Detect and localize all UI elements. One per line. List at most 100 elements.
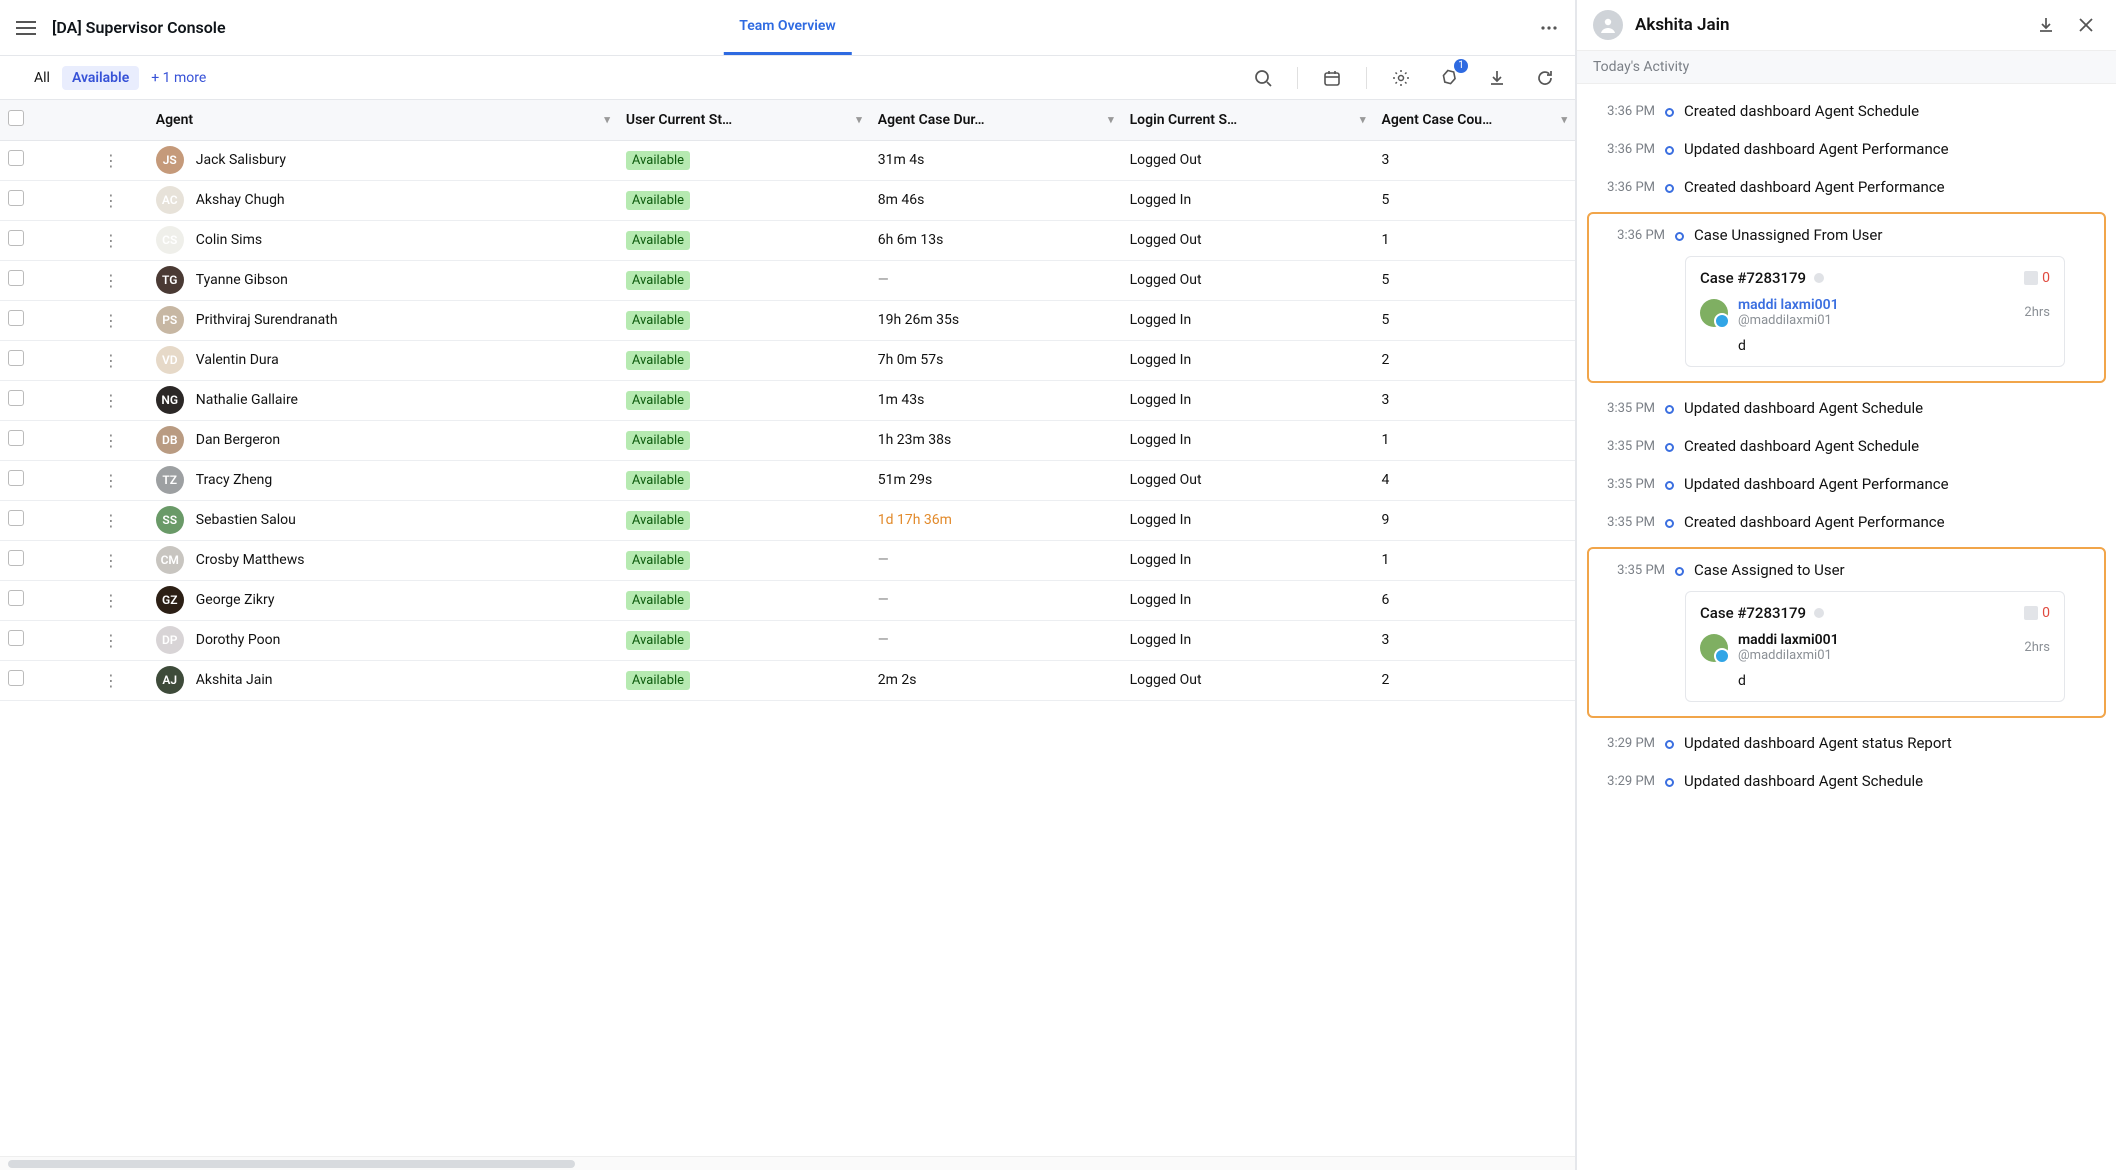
table-row[interactable]: ⋮DPDorothy PoonAvailable—Logged In3 xyxy=(0,620,1575,660)
select-all-header[interactable] xyxy=(0,100,74,140)
agent-name: Nathalie Gallaire xyxy=(196,392,298,408)
row-menu-icon[interactable]: ⋮ xyxy=(74,380,148,420)
row-menu-icon[interactable]: ⋮ xyxy=(74,620,148,660)
row-menu-icon[interactable]: ⋮ xyxy=(74,540,148,580)
row-menu-icon[interactable]: ⋮ xyxy=(74,660,148,700)
select-all-checkbox[interactable] xyxy=(8,110,24,126)
agent-avatar: CM xyxy=(156,546,184,574)
download-icon[interactable] xyxy=(1483,64,1511,92)
table-row[interactable]: ⋮GZGeorge ZikryAvailable—Logged In6 xyxy=(0,580,1575,620)
activity-list[interactable]: 3:36 PMCreated dashboard Agent Schedule 3… xyxy=(1577,84,2116,1170)
menu-icon[interactable] xyxy=(12,14,40,42)
row-menu-icon[interactable]: ⋮ xyxy=(74,580,148,620)
more-icon[interactable] xyxy=(1535,14,1563,42)
panel-title: Akshita Jain xyxy=(1635,15,1730,35)
case-body: d xyxy=(1738,673,2050,689)
horizontal-scrollbar[interactable] xyxy=(0,1156,1575,1170)
col-agent[interactable]: Agent▾ xyxy=(148,100,618,140)
col-login[interactable]: Login Current S…▾ xyxy=(1122,100,1374,140)
table-row[interactable]: ⋮CMCrosby MatthewsAvailable—Logged In1 xyxy=(0,540,1575,580)
row-checkbox[interactable] xyxy=(8,550,24,566)
case-duration: 2m 2s xyxy=(878,672,917,688)
case-count: 4 xyxy=(1373,460,1575,500)
table-row[interactable]: ⋮TZTracy ZhengAvailable51m 29sLogged Out… xyxy=(0,460,1575,500)
row-checkbox[interactable] xyxy=(8,190,24,206)
topbar: [DA] Supervisor Console Team Overview xyxy=(0,0,1575,56)
agent-name: Jack Salisbury xyxy=(196,152,286,168)
agent-avatar: GZ xyxy=(156,586,184,614)
table-row[interactable]: ⋮PSPrithviraj SurendranathAvailable19h 2… xyxy=(0,300,1575,340)
row-menu-icon[interactable]: ⋮ xyxy=(74,420,148,460)
row-checkbox[interactable] xyxy=(8,670,24,686)
activity-item: 3:35 PMCreated dashboard Agent Schedule xyxy=(1577,427,2116,465)
row-menu-icon[interactable]: ⋮ xyxy=(74,300,148,340)
login-status: Logged Out xyxy=(1122,140,1374,180)
agent-avatar: NG xyxy=(156,386,184,414)
row-menu-icon[interactable]: ⋮ xyxy=(74,260,148,300)
row-menu-icon[interactable]: ⋮ xyxy=(74,500,148,540)
row-checkbox[interactable] xyxy=(8,470,24,486)
activity-time: 3:29 PM xyxy=(1593,772,1655,789)
activity-text: Updated dashboard Agent Performance xyxy=(1684,140,1949,158)
search-icon[interactable] xyxy=(1249,64,1277,92)
filter-more-link[interactable]: + 1 more xyxy=(151,70,206,86)
tab-team-overview[interactable]: Team Overview xyxy=(723,0,851,55)
activity-text: Updated dashboard Agent status Report xyxy=(1684,734,1952,752)
timeline-dot-icon xyxy=(1665,405,1674,414)
row-checkbox[interactable] xyxy=(8,390,24,406)
timeline-dot-icon xyxy=(1665,740,1674,749)
table-row[interactable]: ⋮TGTyanne GibsonAvailable—Logged Out5 xyxy=(0,260,1575,300)
filter-available-pill[interactable]: Available xyxy=(62,66,139,90)
table-row[interactable]: ⋮JSJack SalisburyAvailable31m 4sLogged O… xyxy=(0,140,1575,180)
activity-text: Created dashboard Agent Performance xyxy=(1684,513,1945,531)
calendar-icon[interactable] xyxy=(1318,64,1346,92)
col-duration[interactable]: Agent Case Dur…▾ xyxy=(870,100,1122,140)
gear-icon[interactable] xyxy=(1387,64,1415,92)
row-menu-icon[interactable]: ⋮ xyxy=(74,140,148,180)
col-count[interactable]: Agent Case Cou…▾ xyxy=(1373,100,1575,140)
row-menu-icon[interactable]: ⋮ xyxy=(74,180,148,220)
activity-item: 3:36 PMCreated dashboard Agent Schedule xyxy=(1577,92,2116,130)
activity-text: Case Assigned to User xyxy=(1694,561,1845,579)
row-checkbox[interactable] xyxy=(8,430,24,446)
table-row[interactable]: ⋮VDValentin DuraAvailable7h 0m 57sLogged… xyxy=(0,340,1575,380)
agent-avatar: JS xyxy=(156,146,184,174)
agent-avatar: AC xyxy=(156,186,184,214)
case-duration: 1h 23m 38s xyxy=(878,432,952,448)
case-card[interactable]: Case #7283179 0maddi laxmi001@maddilaxmi… xyxy=(1685,591,2065,702)
row-checkbox[interactable] xyxy=(8,150,24,166)
notification-icon[interactable]: 1 xyxy=(1435,64,1463,92)
col-status[interactable]: User Current St…▾ xyxy=(618,100,870,140)
case-duration: 6h 6m 13s xyxy=(878,232,944,248)
filter-all[interactable]: All xyxy=(34,70,50,86)
row-checkbox[interactable] xyxy=(8,510,24,526)
row-checkbox[interactable] xyxy=(8,350,24,366)
table-row[interactable]: ⋮DBDan BergeronAvailable1h 23m 38sLogged… xyxy=(0,420,1575,460)
timeline-dot-icon xyxy=(1665,481,1674,490)
row-menu-icon[interactable]: ⋮ xyxy=(74,340,148,380)
case-user-name[interactable]: maddi laxmi001 xyxy=(1738,297,1839,313)
row-checkbox[interactable] xyxy=(8,590,24,606)
download-icon[interactable] xyxy=(2032,11,2060,39)
row-menu-icon[interactable]: ⋮ xyxy=(74,460,148,500)
comment-count: 0 xyxy=(2024,605,2050,621)
row-checkbox[interactable] xyxy=(8,310,24,326)
close-icon[interactable] xyxy=(2072,11,2100,39)
table-row[interactable]: ⋮SSSebastien SalouAvailable1d 17h 36mLog… xyxy=(0,500,1575,540)
activity-item: 3:35 PMCreated dashboard Agent Performan… xyxy=(1577,503,2116,541)
row-menu-icon[interactable]: ⋮ xyxy=(74,220,148,260)
row-checkbox[interactable] xyxy=(8,630,24,646)
login-status: Logged In xyxy=(1122,500,1374,540)
col-agent-label: Agent xyxy=(156,112,193,128)
row-checkbox[interactable] xyxy=(8,270,24,286)
case-card[interactable]: Case #7283179 0maddi laxmi001@maddilaxmi… xyxy=(1685,256,2065,367)
table-row[interactable]: ⋮NGNathalie GallaireAvailable1m 43sLogge… xyxy=(0,380,1575,420)
row-checkbox[interactable] xyxy=(8,230,24,246)
table-row[interactable]: ⋮CSColin SimsAvailable6h 6m 13sLogged Ou… xyxy=(0,220,1575,260)
refresh-icon[interactable] xyxy=(1531,64,1559,92)
table-row[interactable]: ⋮ACAkshay ChughAvailable8m 46sLogged In5 xyxy=(0,180,1575,220)
login-status: Logged Out xyxy=(1122,220,1374,260)
case-user-name[interactable]: maddi laxmi001 xyxy=(1738,632,1839,648)
agent-name: George Zikry xyxy=(196,592,275,608)
table-row[interactable]: ⋮AJAkshita JainAvailable2m 2sLogged Out2 xyxy=(0,660,1575,700)
